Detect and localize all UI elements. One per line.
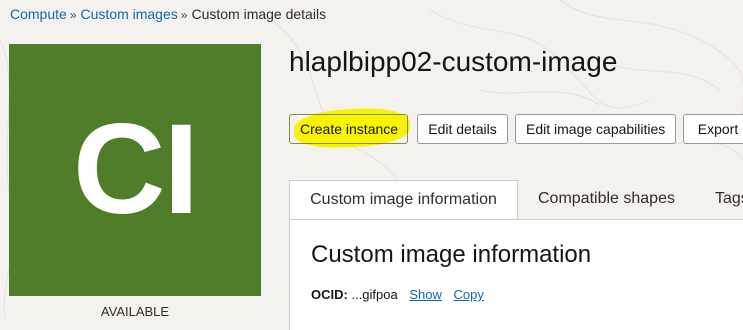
ocid-copy-link[interactable]: Copy: [454, 287, 484, 302]
breadcrumb: Compute» Custom images» Custom image detai…: [10, 6, 326, 22]
tab-tags[interactable]: Tags: [715, 180, 743, 219]
export-button[interactable]: Export: [683, 114, 743, 144]
status-label: AVAILABLE: [100, 304, 170, 319]
create-instance-button[interactable]: Create instance: [289, 114, 408, 144]
breadcrumb-separator: »: [69, 8, 77, 22]
breadcrumb-link-custom-images[interactable]: Custom images: [81, 6, 178, 22]
tab-custom-image-information[interactable]: Custom image information: [289, 180, 518, 219]
ocid-label: OCID:: [311, 287, 348, 302]
page-title: hlaplbipp02-custom-image: [289, 46, 618, 77]
tab-divider: [519, 219, 743, 220]
section-heading: Custom image information: [311, 241, 592, 268]
ocid-row: OCID: ...gifpoa Show Copy: [311, 287, 484, 302]
breadcrumb-separator: »: [180, 8, 188, 22]
details-panel: Custom image information OCID: ...gifpoa…: [289, 219, 743, 330]
tab-compatible-shapes[interactable]: Compatible shapes: [538, 180, 675, 219]
image-avatar-tile: CI: [9, 44, 261, 296]
breadcrumb-link-compute[interactable]: Compute: [10, 6, 67, 22]
edit-image-capabilities-button[interactable]: Edit image capabilities: [515, 114, 676, 144]
breadcrumb-current: Custom image details: [191, 6, 327, 22]
edit-details-button[interactable]: Edit details: [417, 114, 508, 144]
ocid-show-link[interactable]: Show: [409, 287, 442, 302]
image-initials: CI: [73, 98, 199, 241]
ocid-value: ...gifpoa: [351, 287, 398, 302]
